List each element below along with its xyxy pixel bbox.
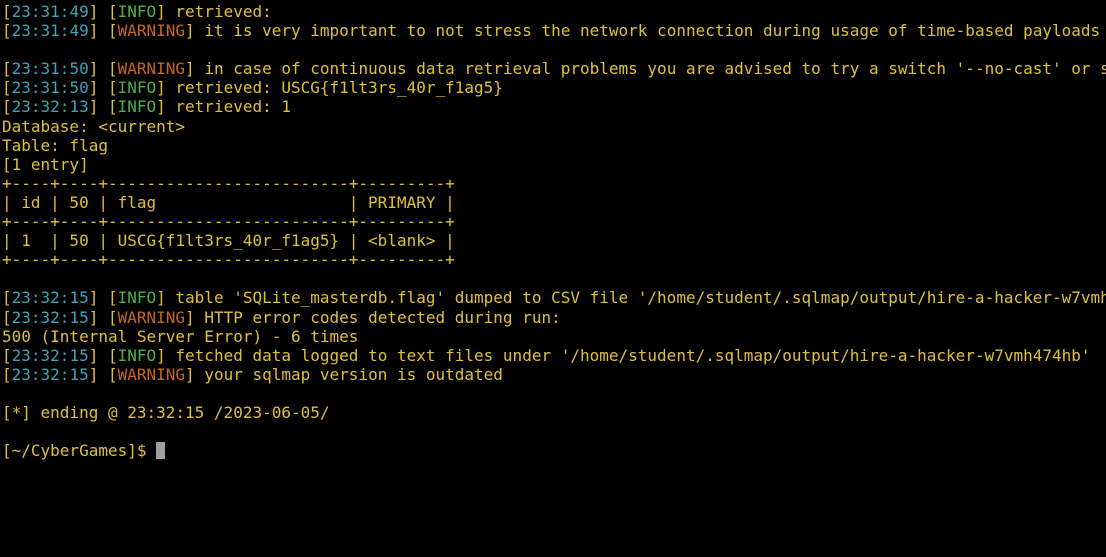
log-timestamp: 23:32:15: [11, 364, 89, 384]
output-line: | 1 | 50 | USCG{f1lt3rs_40r_f1ag5} | <bl…: [2, 231, 1106, 250]
log-message: retrieved: 1: [175, 97, 291, 117]
log-message: retrieved: USCG{f1lt3rs_40r_f1ag5}: [175, 78, 503, 98]
output-text: Table: flag: [2, 135, 108, 155]
log-level: WARNING: [117, 364, 186, 384]
log-line: [23:32:15] [WARNING] HTTP error codes de…: [2, 307, 561, 327]
log-message: HTTP error codes detected during run:: [204, 307, 561, 327]
log-level: WARNING: [117, 21, 186, 41]
log-level: WARNING: [117, 59, 186, 79]
log-timestamp: 23:31:49: [11, 2, 89, 21]
log-timestamp: 23:31:50: [11, 59, 89, 79]
output-line: +----+----+-------------------------+---…: [2, 174, 1106, 193]
log-message: retrieved:: [175, 2, 272, 21]
log-level: INFO: [117, 97, 157, 117]
log-line: [23:32:15] [WARNING] your sqlmap version…: [2, 364, 503, 384]
output-text: 500 (Internal Server Error) - 6 times: [2, 326, 359, 346]
log-message: your sqlmap version is outdated: [204, 364, 503, 384]
output-text: | id | 50 | flag | PRIMARY |: [2, 192, 455, 212]
log-message: it is very important to not stress the n…: [204, 21, 1101, 41]
log-timestamp: 23:32:13: [11, 97, 89, 117]
output-line: Table: flag: [2, 136, 1106, 155]
output-line: [*] ending @ 23:32:15 /2023-06-05/: [2, 403, 1106, 422]
log-line: [23:31:49] [WARNING] it is very importan…: [2, 21, 1106, 40]
output-text: | 1 | 50 | USCG{f1lt3rs_40r_f1ag5} | <bl…: [2, 231, 455, 251]
output-line: +----+----+-------------------------+---…: [2, 212, 1106, 231]
log-line: [23:32:15] [INFO] fetched data logged to…: [2, 345, 1091, 365]
log-line: [23:31:50] [INFO] retrieved: USCG{f1lt3r…: [2, 78, 503, 98]
prompt-text: [~/CyberGames]$: [2, 441, 157, 461]
log-timestamp: 23:32:15: [11, 345, 89, 365]
output-text: +----+----+-------------------------+---…: [2, 250, 455, 270]
output-text: +----+----+-------------------------+---…: [2, 212, 455, 232]
shell-prompt: [~/CyberGames]$: [2, 441, 1106, 460]
log-message: fetched data logged to text files under …: [175, 345, 1091, 365]
log-level: INFO: [117, 345, 157, 365]
log-line: [23:32:13] [INFO] retrieved: 1: [2, 97, 291, 117]
log-timestamp: 23:32:15: [11, 288, 89, 308]
output-text: [*] ending @ 23:32:15 /2023-06-05/: [2, 402, 330, 422]
log-timestamp: 23:32:15: [11, 307, 89, 327]
log-level: INFO: [117, 78, 157, 98]
log-level: WARNING: [117, 307, 186, 327]
output-line: | id | 50 | flag | PRIMARY |: [2, 193, 1106, 212]
output-text: [1 entry]: [2, 154, 89, 174]
log-timestamp: 23:31:50: [11, 78, 89, 98]
log-line: [23:31:50] [WARNING] in case of continuo…: [2, 59, 1106, 78]
log-message: table 'SQLite_masterdb.flag' dumped to C…: [175, 288, 1106, 308]
output-text: +----+----+-------------------------+---…: [2, 173, 455, 193]
output-line: [1 entry]: [2, 155, 1106, 174]
log-line: [23:32:15] [INFO] table 'SQLite_masterdb…: [2, 288, 1106, 307]
log-timestamp: 23:31:49: [11, 21, 89, 41]
output-line: +----+----+-------------------------+---…: [2, 250, 1106, 269]
output-line: 500 (Internal Server Error) - 6 times: [2, 327, 1106, 346]
log-message: in case of continuous data retrieval pro…: [204, 59, 1106, 79]
text-cursor: [156, 442, 166, 460]
output-line: Database: <current>: [2, 117, 1106, 136]
terminal-output[interactable]: [23:31:49] [INFO] retrieved: [23:31:49] […: [2, 2, 1106, 557]
log-line: [23:31:49] [INFO] retrieved:: [2, 2, 272, 21]
log-level: INFO: [117, 288, 157, 308]
output-text: Database: <current>: [2, 116, 186, 136]
log-level: INFO: [117, 2, 157, 21]
